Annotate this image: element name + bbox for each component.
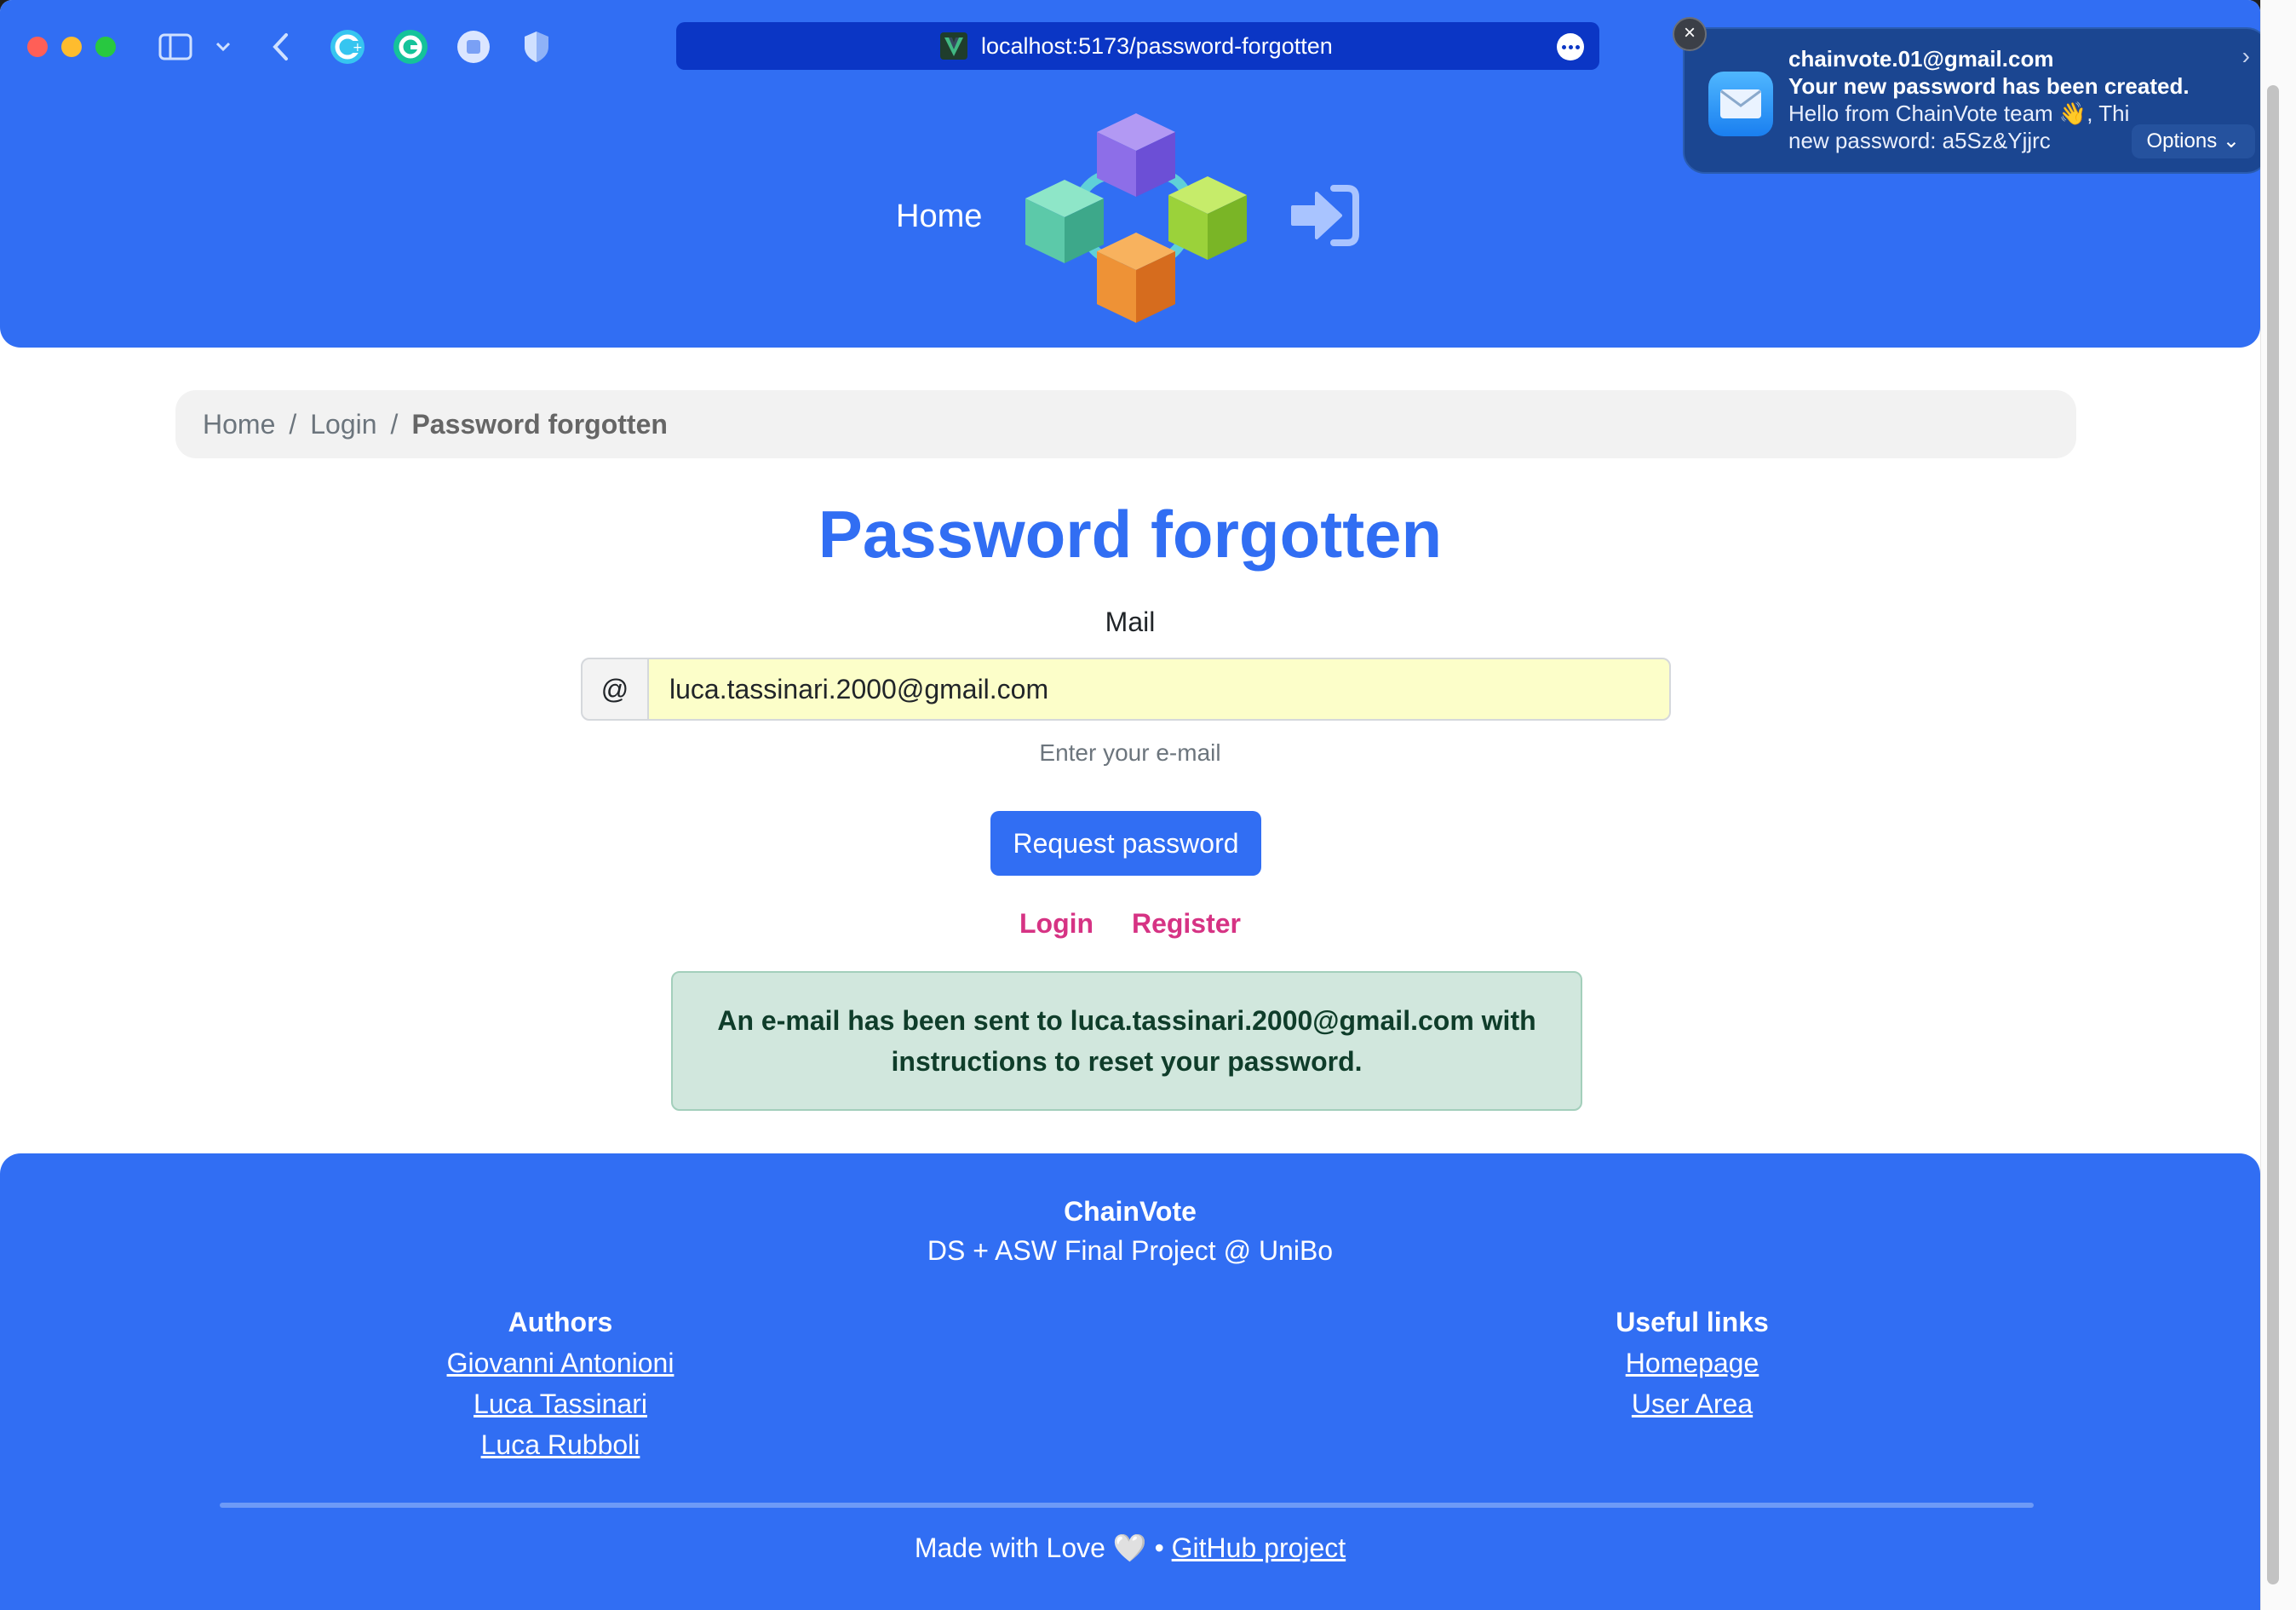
footer-subtitle: DS + ASW Final Project @ UniBo	[927, 1235, 1334, 1266]
authors-heading: Authors	[508, 1307, 613, 1337]
breadcrumb: Home / Login / Password forgotten	[175, 390, 2076, 458]
notification-body: Hello from ChainVote team 👋, Thi	[1788, 101, 2130, 126]
success-alert: An e-mail has been sent to luca.tassinar…	[671, 971, 1582, 1111]
made-with-love-text: Made with Love 🤍 •	[914, 1532, 1164, 1563]
footer-bottom: Made with Love 🤍 • GitHub project	[0, 1532, 2260, 1564]
breadcrumb-current: Password forgotten	[411, 408, 668, 440]
notification-close-button[interactable]: ×	[1673, 17, 1707, 51]
author-link[interactable]: Giovanni Antonioni	[347, 1343, 773, 1383]
useful-links-heading: Useful links	[1616, 1307, 1769, 1337]
back-arrow-icon[interactable]	[262, 28, 300, 66]
footer-divider	[220, 1503, 2034, 1508]
chainvote-logo-icon	[1025, 113, 1247, 323]
page-title: Password forgotten	[818, 497, 1443, 572]
footer-authors: Authors Giovanni Antonioni Luca Tassinar…	[347, 1302, 773, 1465]
email-helper-text: Enter your e-mail	[1039, 739, 1221, 766]
mail-label: Mail	[1105, 607, 1156, 637]
footer-brand: ChainVote	[1064, 1196, 1197, 1227]
notification-subject: Your new password has been created.	[1788, 73, 2190, 99]
github-link[interactable]: GitHub project	[1172, 1532, 1346, 1563]
login-link[interactable]: Login	[1019, 908, 1093, 939]
breadcrumb-login[interactable]: Login	[310, 409, 376, 440]
homepage-link[interactable]: Homepage	[1479, 1343, 1905, 1383]
zoom-window-button[interactable]	[95, 37, 116, 57]
extension-puzzle-icon[interactable]	[455, 28, 492, 66]
mail-notification[interactable]: × chainvote.01@gmail.com Your new passwo…	[1673, 17, 2260, 174]
close-window-button[interactable]	[27, 37, 48, 57]
more-options-icon[interactable]	[1557, 33, 1584, 60]
extension-cplus-icon[interactable]: +	[329, 28, 366, 66]
sidebar-toggle-icon[interactable]	[157, 28, 194, 66]
nav-home-link[interactable]: Home	[896, 198, 982, 235]
author-link[interactable]: Luca Rubboli	[347, 1424, 773, 1465]
address-bar[interactable]: localhost:5173/password-forgotten	[676, 22, 1599, 70]
extension-grammarly-icon[interactable]	[392, 28, 429, 66]
notification-body: new password: a5Sz&Yjjrc	[1788, 128, 2051, 153]
footer-useful-links: Useful links Homepage User Area	[1479, 1302, 1905, 1424]
breadcrumb-home[interactable]: Home	[203, 409, 275, 440]
notification-sender: chainvote.01@gmail.com	[1788, 46, 2054, 72]
at-addon: @	[581, 658, 649, 721]
chevron-down-icon[interactable]	[204, 28, 242, 66]
breadcrumb-separator: /	[390, 408, 399, 440]
author-link[interactable]: Luca Tassinari	[347, 1383, 773, 1424]
site-footer: ChainVote DS + ASW Final Project @ UniBo…	[0, 1153, 2260, 1610]
minimize-window-button[interactable]	[61, 37, 82, 57]
vite-favicon-icon	[940, 32, 967, 60]
request-password-button[interactable]: Request password	[990, 811, 1261, 876]
browser-window: + localhost:5173/password-forgotten Home	[0, 0, 2260, 1610]
url-text: localhost:5173/password-forgotten	[981, 33, 1333, 59]
notification-options-button[interactable]: Options ⌄	[2131, 124, 2255, 158]
auth-links: Login Register	[0, 908, 2260, 940]
svg-text:+: +	[353, 41, 363, 55]
user-area-link[interactable]: User Area	[1479, 1383, 1905, 1424]
privacy-shield-icon[interactable]	[518, 28, 555, 66]
register-link[interactable]: Register	[1132, 908, 1241, 939]
scrollbar-thumb[interactable]	[2267, 85, 2279, 1584]
email-field[interactable]	[647, 658, 1671, 721]
mail-app-icon	[1708, 72, 1773, 136]
login-arrow-icon[interactable]	[1288, 183, 1361, 248]
breadcrumb-separator: /	[289, 408, 297, 440]
chevron-right-icon[interactable]: ›	[2242, 43, 2250, 70]
